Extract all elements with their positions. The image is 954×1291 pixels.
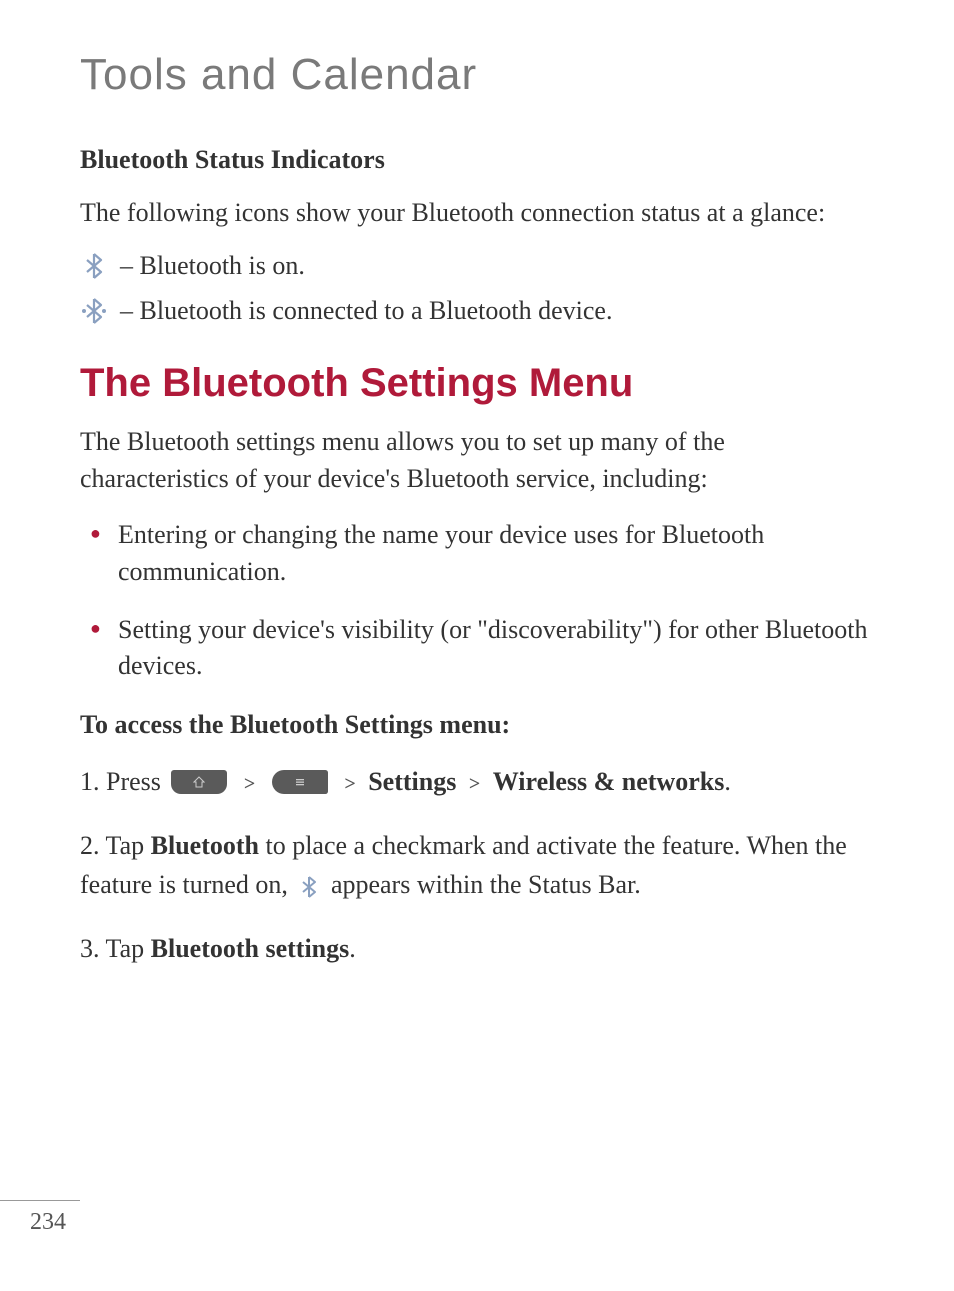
home-key-icon xyxy=(171,770,227,794)
chevron-right-icon: > xyxy=(469,773,480,795)
bluetooth-on-icon xyxy=(80,252,108,280)
step-1: 1. Press > > Settings > Wireless & netwo… xyxy=(80,762,874,801)
intro-text: The following icons show your Bluetooth … xyxy=(80,195,874,231)
page-number: 234 xyxy=(30,1209,66,1236)
bluetooth-settings-label: Bluetooth settings xyxy=(151,934,350,963)
indicator-row-connected: – Bluetooth is connected to a Bluetooth … xyxy=(80,296,874,326)
step-list: 1. Press > > Settings > Wireless & netwo… xyxy=(80,762,874,968)
page-footer-line xyxy=(0,1200,80,1201)
bullet-list: Entering or changing the name your devic… xyxy=(80,517,874,685)
step-prefix: 2. Tap xyxy=(80,831,151,860)
list-item: Setting your device's visibility (or "di… xyxy=(80,612,874,685)
step-2: 2. Tap Bluetooth to place a checkmark an… xyxy=(80,826,874,904)
settings-label: Settings xyxy=(368,767,456,796)
section-heading: The Bluetooth Settings Menu xyxy=(80,361,874,406)
period: . xyxy=(724,767,731,796)
step-prefix: 3. Tap xyxy=(80,934,151,963)
step-suffix: . xyxy=(349,934,356,963)
settings-intro: The Bluetooth settings menu allows you t… xyxy=(80,424,874,497)
step-suffix: appears within the Status Bar. xyxy=(324,870,640,899)
bluetooth-connected-icon xyxy=(80,297,108,325)
page-title: Tools and Calendar xyxy=(80,50,874,100)
bluetooth-label: Bluetooth xyxy=(151,831,259,860)
wireless-label: Wireless & networks xyxy=(493,767,725,796)
chevron-right-icon: > xyxy=(244,773,255,795)
indicator-row-on: – Bluetooth is on. xyxy=(80,251,874,281)
manual-page: Tools and Calendar Bluetooth Status Indi… xyxy=(0,0,954,968)
indicator-label-connected: – Bluetooth is connected to a Bluetooth … xyxy=(120,296,612,326)
sub-heading: To access the Bluetooth Settings menu: xyxy=(80,710,874,740)
step-3: 3. Tap Bluetooth settings. xyxy=(80,929,874,968)
indicator-label-on: – Bluetooth is on. xyxy=(120,251,305,281)
chevron-right-icon: > xyxy=(344,773,355,795)
step-prefix: 1. Press xyxy=(80,767,167,796)
list-item: Entering or changing the name your devic… xyxy=(80,517,874,590)
menu-key-icon xyxy=(272,770,328,794)
bluetooth-icon xyxy=(298,874,320,900)
section-subtitle: Bluetooth Status Indicators xyxy=(80,145,874,175)
